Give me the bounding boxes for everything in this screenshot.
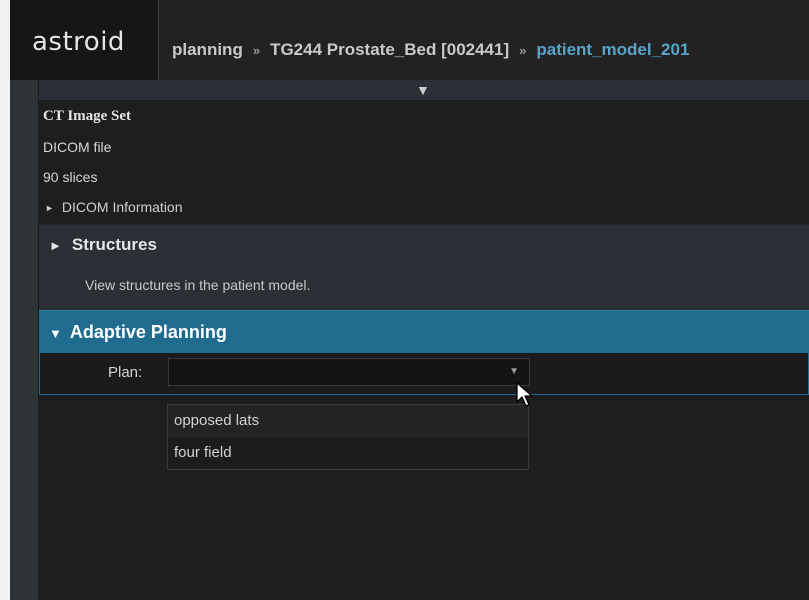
breadcrumb-separator: » bbox=[252, 43, 261, 58]
breadcrumb-separator: » bbox=[519, 43, 527, 58]
astroid-logo: astroid bbox=[32, 27, 125, 57]
ct-file-type: DICOM file bbox=[43, 139, 112, 155]
structures-title: Structures bbox=[71, 235, 157, 254]
breadcrumb: planning » TG244 Prostate_Bed [002441] » pat… bbox=[172, 40, 689, 60]
structures-section: ► Structures View structures in the patie… bbox=[39, 224, 809, 310]
plan-option-four-field[interactable]: four field bbox=[168, 437, 528, 469]
mouse-pointer-icon bbox=[516, 382, 534, 413]
plan-label: Plan: bbox=[108, 364, 143, 381]
triangle-right-icon: ► bbox=[49, 238, 62, 253]
structures-header[interactable]: ► Structures bbox=[49, 235, 157, 255]
dicom-information-label: DICOM Information bbox=[61, 199, 183, 215]
plan-select[interactable]: ▼ bbox=[168, 358, 530, 386]
breadcrumb-item-planning[interactable]: planning bbox=[172, 40, 243, 59]
app-frame: astroid planning » TG244 Prostate_Bed [002… bbox=[10, 0, 809, 600]
ct-image-set-section: CT Image Set DICOM file 90 slices bbox=[39, 100, 809, 192]
ct-image-set-title: CT Image Set bbox=[43, 108, 132, 124]
left-rail bbox=[10, 80, 39, 600]
breadcrumb-item-current[interactable]: patient_model_201 bbox=[536, 40, 689, 59]
plan-row: Plan: ▼ bbox=[39, 353, 809, 395]
plan-option-opposed-lats[interactable]: opposed lats bbox=[168, 405, 528, 437]
chevron-down-icon: ▼ bbox=[509, 366, 519, 377]
triangle-down-icon: ▼ bbox=[49, 326, 62, 341]
dicom-information-toggle[interactable]: ► DICOM Information bbox=[39, 192, 809, 224]
adaptive-planning-title: Adaptive Planning bbox=[69, 322, 227, 342]
content-panel: ▼ CT Image Set DICOM file 90 slices ► DIC… bbox=[39, 80, 809, 600]
adaptive-planning-header[interactable]: ▼ Adaptive Planning bbox=[39, 310, 809, 353]
chevron-down-icon: ▼ bbox=[416, 82, 430, 98]
logo-box[interactable]: astroid bbox=[10, 0, 159, 80]
collapse-toggle[interactable]: ▼ bbox=[39, 80, 809, 100]
structures-description: View structures in the patient model. bbox=[85, 277, 311, 293]
ct-slice-count: 90 slices bbox=[43, 169, 98, 185]
plan-dropdown-menu: opposed lats four field bbox=[167, 404, 529, 470]
triangle-right-icon: ► bbox=[45, 203, 54, 213]
adaptive-planning-title-wrap: ▼ Adaptive Planning bbox=[49, 322, 227, 343]
breadcrumb-item-patient[interactable]: TG244 Prostate_Bed [002441] bbox=[270, 40, 509, 59]
top-bar: astroid planning » TG244 Prostate_Bed [002… bbox=[10, 0, 809, 81]
